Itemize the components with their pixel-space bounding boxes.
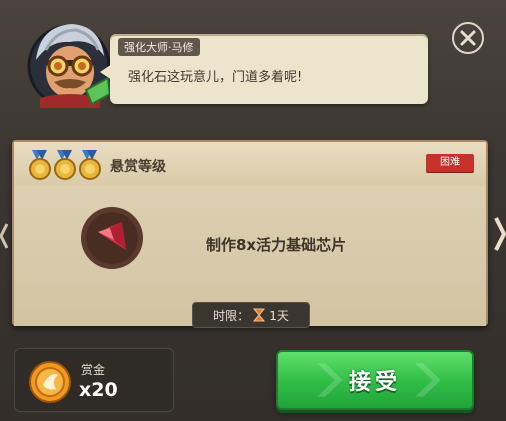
prev-quest-arrow[interactable]	[0, 222, 9, 250]
reward-panel: 赏金 x20	[14, 348, 174, 412]
quest-task: 制作8x活力基础芯片	[206, 236, 347, 254]
speech-bubble: 强化大师·马修 强化石这玩意儿，门道多着呢!	[100, 34, 428, 104]
reward-amount: x20	[79, 379, 118, 401]
npc-name: 强化大师·马修	[118, 38, 200, 56]
chevron-left-icon	[0, 223, 9, 249]
difficulty-badge: 困难	[426, 154, 474, 172]
time-limit-label: 时限：	[213, 308, 250, 323]
medal-icon	[54, 150, 76, 180]
npc-area: 强化大师·马修 强化石这玩意儿，门道多着呢!	[0, 0, 506, 122]
quest-card-header: 悬赏等级 困难	[14, 142, 486, 186]
npc-dialogue: 强化石这玩意儿，门道多着呢!	[128, 70, 303, 85]
medal-icon	[29, 150, 51, 180]
reward-label: 赏金	[81, 363, 106, 377]
accept-button[interactable]: 接受	[276, 350, 474, 410]
time-limit: 时限： 1天	[192, 302, 310, 328]
chevron-right-icon	[494, 217, 506, 251]
accept-label: 接受	[348, 370, 401, 395]
hourglass-icon	[253, 308, 266, 322]
quest-card: 悬赏等级 困难 制作8x活力基础芯片 时限： 1天	[12, 140, 488, 328]
bounty-rank-title: 悬赏等级	[110, 159, 166, 175]
time-limit-value: 1天	[269, 308, 289, 323]
rank-medals	[28, 150, 102, 180]
close-button[interactable]	[452, 22, 484, 54]
quest-dialog: 强化大师·马修 强化石这玩意儿，门道多着呢! 悬赏等级 困难 制作8x活力基础芯…	[0, 0, 506, 421]
red-crystal-shard-icon	[80, 206, 144, 270]
close-icon	[460, 30, 476, 46]
next-quest-arrow[interactable]	[494, 216, 506, 252]
gold-coin-icon	[29, 361, 71, 403]
medal-icon	[79, 150, 101, 180]
